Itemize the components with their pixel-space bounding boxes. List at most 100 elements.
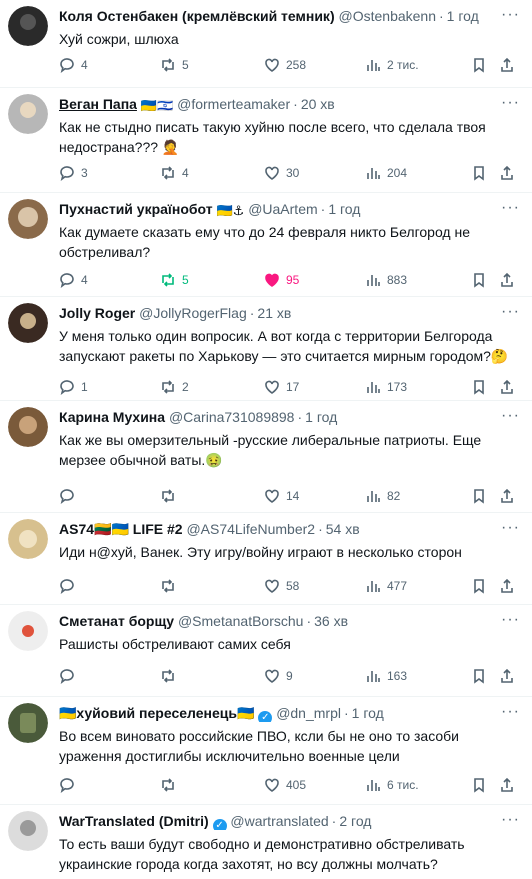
like-button[interactable]: 14 [264,487,299,505]
share-button[interactable] [499,164,515,182]
tweet[interactable]: WarTranslated (Dmitri) ✓ @wartranslated ·… [0,805,532,879]
retweet-button[interactable]: 4 [160,164,189,182]
bookmark-button[interactable] [471,667,487,685]
retweet-button[interactable] [160,487,182,505]
avatar[interactable] [8,6,48,46]
more-options-icon[interactable]: ··· [501,6,520,24]
reply-button[interactable]: 1 [59,378,88,396]
share-button[interactable] [499,487,515,505]
timestamp[interactable]: 21 хв [257,305,291,321]
display-name[interactable]: WarTranslated (Dmitri) [59,813,209,829]
like-button[interactable]: 17 [264,378,299,396]
retweet-button[interactable] [160,667,182,685]
bookmark-button[interactable] [471,577,487,595]
timestamp[interactable]: 1 год [447,8,479,24]
display-name[interactable]: AS74🇱🇹🇺🇦 LIFE #2 [59,521,183,537]
views-button[interactable]: 477 [365,577,407,595]
reply-button[interactable] [59,487,81,505]
more-options-icon[interactable]: ··· [501,199,520,217]
reply-button[interactable] [59,577,81,595]
user-handle[interactable]: @AS74LifeNumber2 [186,521,315,537]
more-options-icon[interactable]: ··· [501,407,520,425]
tweet[interactable]: Веган Папа 🇺🇦🇮🇱 @formerteamaker · 20 хв ··… [0,88,532,193]
tweet[interactable]: AS74🇱🇹🇺🇦 LIFE #2 @AS74LifeNumber2 · 54 хв … [0,513,532,605]
user-handle[interactable]: @JollyRogerFlag [139,305,247,321]
bookmark-button[interactable] [471,56,487,74]
bookmark-button[interactable] [471,378,487,396]
timestamp[interactable]: 36 хв [314,613,348,629]
retweet-button[interactable]: 2 [160,378,189,396]
bookmark-button[interactable] [471,164,487,182]
timestamp[interactable]: 54 хв [326,521,360,537]
bookmark-button[interactable] [471,487,487,505]
timestamp[interactable]: 2 год [339,813,371,829]
display-name[interactable]: Веган Папа [59,96,137,112]
more-options-icon[interactable]: ··· [501,94,520,112]
avatar[interactable] [8,703,48,743]
retweet-button[interactable]: 5 [160,56,189,74]
display-name[interactable]: Коля Остенбакен (кремлёвский темник) [59,8,335,24]
tweet[interactable]: Пухнастий українобот 🇺🇦⚓ @UaArtem · 1 год … [0,193,532,297]
display-name[interactable]: Карина Мухина [59,409,165,425]
user-handle[interactable]: @dn_mrpl [276,705,341,721]
views-button[interactable]: 6 тис. [365,776,419,794]
avatar[interactable] [8,519,48,559]
views-button[interactable]: 2 тис. [365,56,419,74]
timestamp[interactable]: 1 год [352,705,384,721]
tweet[interactable]: Сметанат борщу @SmetanatBorschu · 36 хв ··… [0,605,532,697]
more-options-icon[interactable]: ··· [501,703,520,721]
avatar[interactable] [8,199,48,239]
retweet-button[interactable]: 5 [160,271,189,289]
reply-button[interactable] [59,667,81,685]
views-button[interactable]: 883 [365,271,407,289]
views-button[interactable]: 204 [365,164,407,182]
display-name[interactable]: Пухнастий українобот [59,201,213,217]
avatar[interactable] [8,811,48,851]
views-button[interactable]: 173 [365,378,407,396]
retweet-button[interactable] [160,577,182,595]
user-handle[interactable]: @formerteamaker [177,96,290,112]
share-button[interactable] [499,271,515,289]
timestamp[interactable]: 1 год [305,409,337,425]
reply-button[interactable] [59,776,81,794]
like-button[interactable]: 405 [264,776,306,794]
bookmark-button[interactable] [471,271,487,289]
like-button[interactable]: 9 [264,667,293,685]
user-handle[interactable]: @wartranslated [230,813,328,829]
like-button[interactable]: 258 [264,56,306,74]
like-button[interactable]: 30 [264,164,299,182]
display-name[interactable]: Jolly Roger [59,305,135,321]
timestamp[interactable]: 20 хв [301,96,335,112]
tweet[interactable]: Коля Остенбакен (кремлёвский темник) @Os… [0,0,532,88]
avatar[interactable] [8,303,48,343]
tweet[interactable]: Карина Мухина @Carina731089898 · 1 год ···… [0,401,532,513]
more-options-icon[interactable]: ··· [501,611,520,629]
tweet[interactable]: 🇺🇦хуйовий переселенець🇺🇦 ✓ @dn_mrpl · 1 го… [0,697,532,805]
like-button[interactable]: 58 [264,577,299,595]
user-handle[interactable]: @UaArtem [248,201,317,217]
share-button[interactable] [499,577,515,595]
tweet[interactable]: Jolly Roger @JollyRogerFlag · 21 хв ··· У … [0,297,532,401]
more-options-icon[interactable]: ··· [501,303,520,321]
reply-button[interactable]: 4 [59,56,88,74]
reply-button[interactable]: 4 [59,271,88,289]
share-button[interactable] [499,56,515,74]
more-options-icon[interactable]: ··· [501,811,520,829]
share-button[interactable] [499,378,515,396]
views-button[interactable]: 82 [365,487,400,505]
avatar[interactable] [8,94,48,134]
user-handle[interactable]: @SmetanatBorschu [178,613,304,629]
like-button[interactable]: 95 [264,271,299,289]
user-handle[interactable]: @Carina731089898 [169,409,295,425]
avatar[interactable] [8,611,48,651]
display-name[interactable]: Сметанат борщу [59,613,174,629]
views-button[interactable]: 163 [365,667,407,685]
avatar[interactable] [8,407,48,447]
bookmark-button[interactable] [471,776,487,794]
timestamp[interactable]: 1 год [328,201,360,217]
share-button[interactable] [499,776,515,794]
retweet-button[interactable] [160,776,182,794]
more-options-icon[interactable]: ··· [501,519,520,537]
share-button[interactable] [499,667,515,685]
display-name[interactable]: 🇺🇦хуйовий переселенець🇺🇦 [59,705,254,721]
